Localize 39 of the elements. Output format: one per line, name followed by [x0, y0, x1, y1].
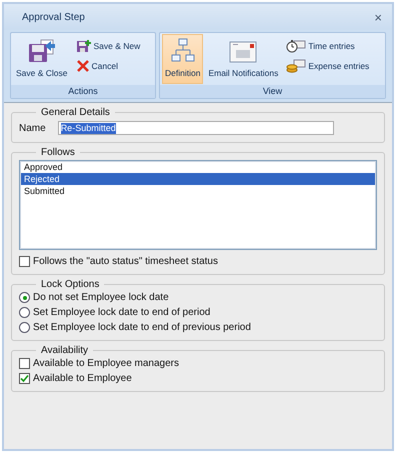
ribbon-button[interactable]: Cancel	[72, 57, 144, 75]
radio-label: Do not set Employee lock date	[33, 292, 169, 303]
cancel-icon	[76, 59, 90, 73]
group-title: Follows	[40, 147, 76, 158]
ribbon-button[interactable]: Save & New	[72, 37, 144, 55]
floppy-icon	[76, 39, 92, 53]
checkbox-label: Available to Employee	[33, 373, 132, 384]
ribbon-button[interactable]: Time entries	[283, 37, 372, 55]
envelope-icon	[229, 40, 258, 64]
group-title: Lock Options	[40, 279, 100, 290]
checkbox-label: Follows the "auto status" timesheet status	[33, 256, 218, 267]
coins-icon	[286, 59, 306, 73]
close-button[interactable]: ×	[370, 10, 386, 24]
list-item[interactable]: Approved	[21, 161, 375, 173]
ribbon-button[interactable]: Expense entries	[283, 57, 372, 75]
group-label: Actions	[11, 85, 155, 98]
group-title: General Details	[40, 107, 111, 118]
list-item[interactable]: Submitted	[21, 185, 375, 197]
floppy-icon	[26, 38, 57, 64]
radio-button[interactable]	[19, 307, 30, 318]
window-title: Approval Step	[22, 12, 85, 22]
checkbox[interactable]	[19, 373, 30, 384]
radio-button[interactable]	[19, 292, 30, 303]
checkbox[interactable]	[19, 256, 30, 267]
list-item[interactable]: Rejected	[21, 173, 375, 185]
checkbox-label: Available to Employee managers	[33, 358, 180, 369]
ribbon-button[interactable]: Save & Close	[13, 34, 70, 84]
ribbon-button[interactable]: Email Notifications	[205, 34, 282, 84]
radio-button[interactable]	[19, 322, 30, 333]
flowchart-icon	[170, 38, 196, 64]
group-label: View	[160, 85, 385, 98]
group-title: Availability	[40, 345, 90, 356]
radio-label: Set Employee lock date to end of previous period	[33, 322, 251, 333]
radio-label: Set Employee lock date to end of period	[33, 307, 210, 318]
field-label: Name	[19, 122, 46, 134]
ribbon-button[interactable]: Definition	[162, 34, 204, 84]
checkbox[interactable]	[19, 358, 30, 369]
name-field[interactable]: Re-Submitted	[58, 121, 334, 135]
stopwatch-icon	[286, 39, 306, 53]
